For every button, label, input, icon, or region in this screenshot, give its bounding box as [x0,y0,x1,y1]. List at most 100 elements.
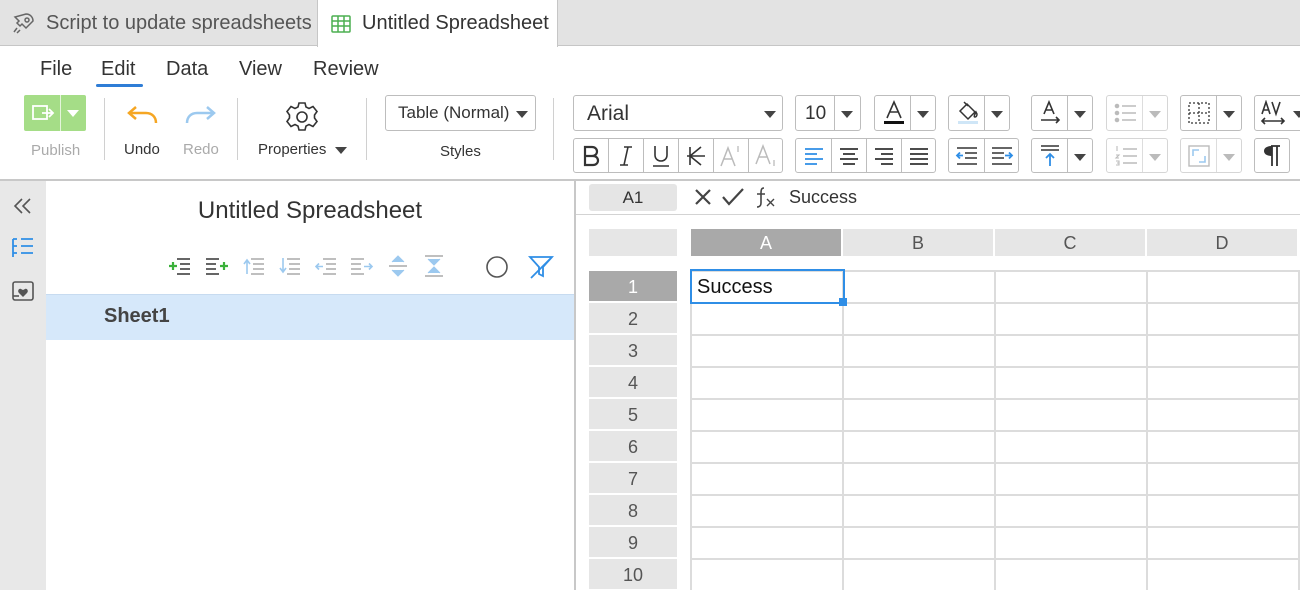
justify-icon [910,147,928,165]
font-size-select[interactable]: 10 [795,95,861,131]
chevron-down-icon [764,111,776,118]
publish-button[interactable] [24,95,86,131]
borders-button[interactable] [1180,95,1242,131]
merge-cells-button[interactable] [1180,138,1242,173]
decrease-indent-button[interactable] [949,139,984,172]
undo-icon[interactable] [126,103,160,127]
subscript-button[interactable] [749,139,783,172]
row-header-6[interactable]: 6 [589,431,677,461]
character-spacing-button[interactable] [1254,95,1300,131]
collapse-icon[interactable] [423,254,445,278]
ribbon-separator [237,98,238,160]
column-header-c[interactable]: C [995,229,1145,256]
numbered-list-button[interactable] [1106,138,1168,173]
indent-icon[interactable] [350,256,374,276]
function-icon[interactable] [754,185,778,209]
justify-button[interactable] [902,139,936,172]
styles-select[interactable]: Table (Normal) [385,95,536,131]
select-all-corner[interactable] [589,229,677,256]
grid-line [691,366,1300,368]
circle-toggle-icon[interactable] [485,255,509,279]
row-header-4[interactable]: 4 [589,367,677,397]
tab-script[interactable]: Script to update spreadsheets [0,0,316,46]
gear-icon[interactable] [285,100,319,134]
tab-bar: Script to update spreadsheets Untitled S… [0,0,1300,47]
row-header-10[interactable]: 10 [589,559,677,589]
expand-icon[interactable] [387,254,409,278]
menu-data[interactable]: Data [166,58,208,81]
menu-view[interactable]: View [239,58,282,81]
column-header-b[interactable]: B [843,229,993,256]
undo-button[interactable]: Undo [124,141,160,158]
align-right-button[interactable] [867,139,901,172]
move-up-icon[interactable] [243,256,265,276]
align-center-icon [840,147,858,165]
fill-color-button[interactable] [948,95,1010,131]
add-sheet-before-icon[interactable] [168,256,192,276]
styles-select-value: Table (Normal) [398,103,510,122]
bullet-list-button[interactable] [1106,95,1168,131]
menu-review[interactable]: Review [313,58,379,81]
strikethrough-icon [687,145,705,166]
chevron-down-icon [1293,111,1300,118]
column-header-d[interactable]: D [1147,229,1297,256]
chevron-down-icon [1074,111,1086,118]
borders-icon [1187,101,1211,125]
decrease-indent-icon [955,146,977,165]
clear-filter-icon[interactable] [528,254,554,280]
subscript-icon [755,143,775,166]
grid-line [691,558,1300,560]
align-left-button[interactable] [796,139,831,172]
properties-dropdown-icon[interactable] [335,147,347,154]
bold-button[interactable] [574,139,608,172]
outline-icon[interactable] [11,236,35,260]
font-color-icon [882,100,906,126]
column-header-a[interactable]: A [691,229,841,256]
strikethrough-button[interactable] [679,139,713,172]
italic-button[interactable] [609,139,643,172]
font-size-split [834,96,835,130]
ribbon-separator [553,98,554,160]
redo-button[interactable]: Redo [183,141,219,158]
outdent-icon[interactable] [315,256,337,276]
formula-input[interactable]: Success [789,187,857,208]
font-color-button[interactable] [874,95,936,131]
favorites-icon[interactable] [11,280,35,304]
text-direction-button[interactable] [1031,95,1093,131]
align-top-icon [1039,144,1061,168]
cancel-icon[interactable] [693,187,713,207]
confirm-icon[interactable] [721,187,745,207]
row-header-2[interactable]: 2 [589,303,677,333]
row-header-1[interactable]: 1 [589,271,677,301]
tab-spreadsheet-label: Untitled Spreadsheet [362,12,549,34]
add-sheet-after-icon[interactable] [204,256,230,276]
bullet-list-icon [1114,102,1138,124]
text-direction-icon [1038,100,1064,126]
active-menu-indicator [96,84,143,87]
underline-button[interactable] [644,139,678,172]
cell-reference-box[interactable]: A1 [589,184,677,211]
properties-button[interactable]: Properties [258,141,326,158]
tab-spreadsheet[interactable]: Untitled Spreadsheet [317,0,558,47]
vertical-align-button[interactable] [1031,138,1093,173]
menu-edit[interactable]: Edit [101,58,135,81]
increase-indent-button[interactable] [985,139,1019,172]
row-header-9[interactable]: 9 [589,527,677,557]
align-center-button[interactable] [832,139,866,172]
tab-script-label: Script to update spreadsheets [46,11,312,34]
row-header-8[interactable]: 8 [589,495,677,525]
panel-divider[interactable] [574,181,576,590]
menu-file[interactable]: File [40,58,72,81]
redo-icon[interactable] [183,103,217,127]
font-name-select[interactable]: Arial [573,95,783,131]
show-formatting-button[interactable] [1254,138,1290,173]
cell-a1-value: Success [697,276,773,298]
fill-handle[interactable] [839,298,847,306]
superscript-button[interactable] [714,139,748,172]
publish-dropdown-icon[interactable] [67,110,79,117]
row-header-7[interactable]: 7 [589,463,677,493]
collapse-panel-icon[interactable] [12,196,34,216]
move-down-icon[interactable] [279,256,301,276]
row-header-3[interactable]: 3 [589,335,677,365]
row-header-5[interactable]: 5 [589,399,677,429]
